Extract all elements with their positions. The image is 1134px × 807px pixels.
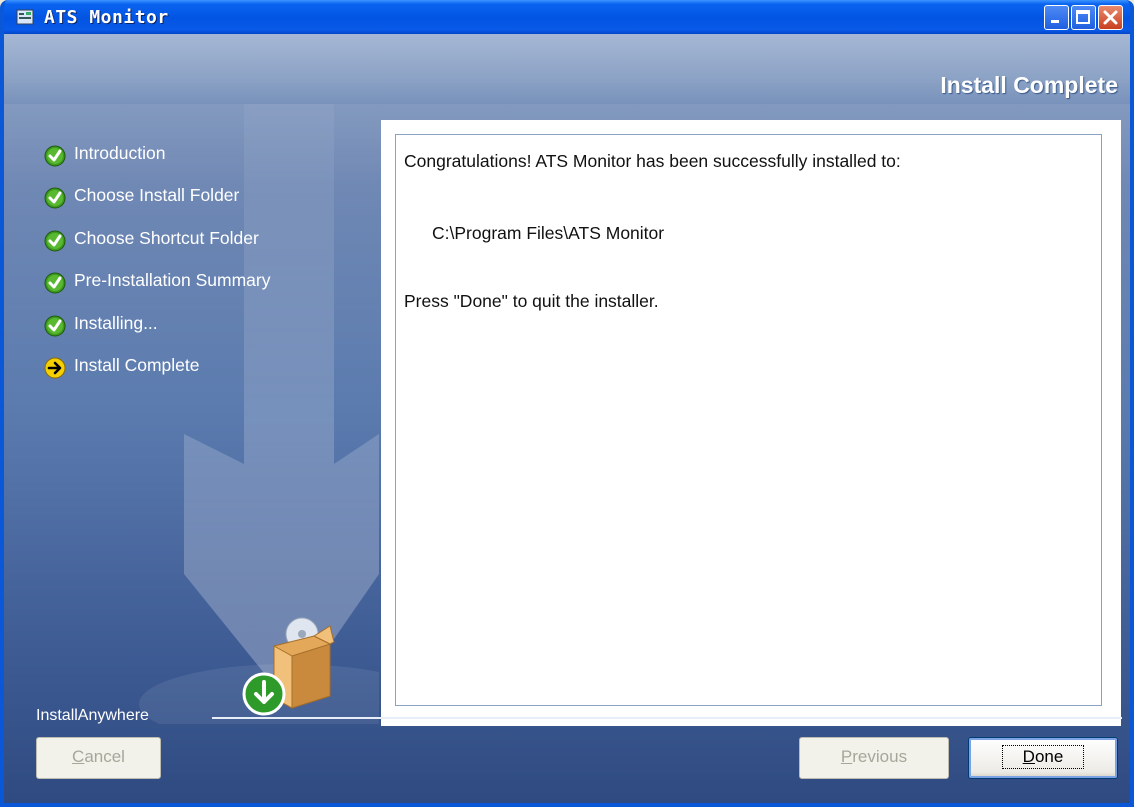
header-band: Install Complete <box>4 34 1130 104</box>
previous-mnemonic: P <box>840 747 853 766</box>
footer-divider <box>212 717 1122 719</box>
app-icon <box>16 9 34 25</box>
step-item-current: Install Complete <box>44 354 364 382</box>
close-icon <box>1103 10 1118 25</box>
done-mnemonic: D <box>1022 747 1035 766</box>
minimize-button[interactable] <box>1044 5 1069 30</box>
cancel-label-rest: ancel <box>84 747 125 766</box>
cancel-mnemonic: C <box>72 747 85 766</box>
step-label: Choose Install Folder <box>74 185 240 205</box>
instruction-message: Press "Done" to quit the installer. <box>404 291 659 311</box>
maximize-button[interactable] <box>1071 5 1096 30</box>
window-title: ATS Monitor <box>44 7 169 28</box>
check-circle-icon <box>44 145 66 167</box>
step-item: Pre-Installation Summary <box>44 269 364 297</box>
previous-label-rest: revious <box>852 747 908 766</box>
check-circle-icon <box>44 187 66 209</box>
check-circle-icon <box>44 272 66 294</box>
installer-window: ATS Monitor Install Complete Introductio… <box>0 0 1134 807</box>
step-item: Installing... <box>44 312 364 340</box>
step-label: Install Complete <box>74 355 200 375</box>
check-circle-icon <box>44 230 66 252</box>
content-panel: Congratulations! ATS Monitor has been su… <box>381 120 1121 726</box>
done-button[interactable]: Done <box>968 737 1118 779</box>
title-bar[interactable]: ATS Monitor <box>4 0 1130 34</box>
install-path: C:\Program Files\ATS Monitor <box>432 223 665 243</box>
step-item: Introduction <box>44 142 364 170</box>
step-item: Choose Shortcut Folder <box>44 227 364 255</box>
minimize-icon <box>1051 20 1059 23</box>
message-area: Congratulations! ATS Monitor has been su… <box>395 134 1102 706</box>
arrow-right-circle-icon <box>44 357 66 379</box>
check-circle-icon <box>44 315 66 337</box>
cancel-button[interactable]: Cancel <box>36 737 161 779</box>
step-label: Introduction <box>74 143 166 163</box>
installer-box-icon <box>242 617 335 716</box>
maximize-icon <box>1076 10 1090 24</box>
installer-body: Install Complete Introduction Choose Ins… <box>4 34 1130 803</box>
step-label: Pre-Installation Summary <box>74 270 271 290</box>
close-button[interactable] <box>1098 5 1123 30</box>
brand-label: InstallAnywhere <box>36 707 149 724</box>
step-label: Choose Shortcut Folder <box>74 228 259 248</box>
congrats-message: Congratulations! ATS Monitor has been su… <box>404 151 901 171</box>
step-label: Installing... <box>74 313 158 333</box>
done-label-rest: one <box>1034 747 1064 766</box>
step-item: Choose Install Folder <box>44 184 364 212</box>
panel-title: Install Complete <box>940 72 1118 98</box>
done-focus-ring: Done <box>1001 745 1085 769</box>
previous-button[interactable]: Previous <box>799 737 949 779</box>
